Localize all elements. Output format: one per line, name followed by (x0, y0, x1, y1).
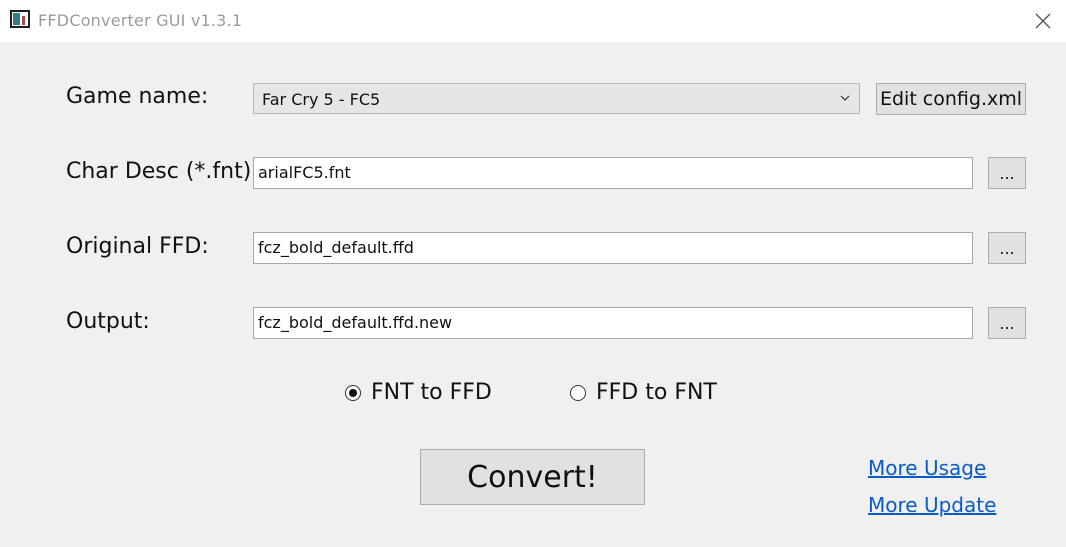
radio-checked-icon (345, 384, 361, 401)
char-desc-browse-button[interactable]: ... (988, 157, 1026, 189)
game-name-dropdown[interactable]: Far Cry 5 - FC5 (253, 83, 860, 114)
close-icon (1035, 13, 1051, 29)
radio-ffd-to-fnt[interactable]: FFD to FNT (570, 380, 717, 405)
char-desc-label: Char Desc (*.fnt): (66, 159, 259, 184)
original-ffd-label: Original FFD: (66, 234, 209, 259)
more-update-link[interactable]: More Update (868, 493, 996, 517)
game-name-selected-value: Far Cry 5 - FC5 (262, 90, 381, 109)
app-window: FFDConverter GUI v1.3.1 Game name: Far C… (0, 0, 1066, 547)
more-usage-link[interactable]: More Usage (868, 456, 986, 480)
game-name-label: Game name: (66, 84, 209, 109)
radio-ffd-to-fnt-label: FFD to FNT (596, 380, 717, 405)
convert-button[interactable]: Convert! (420, 449, 645, 505)
original-ffd-input[interactable]: fcz_bold_default.ffd (253, 232, 973, 264)
output-label: Output: (66, 309, 150, 334)
output-input[interactable]: fcz_bold_default.ffd.new (253, 307, 973, 339)
radio-fnt-to-ffd-label: FNT to FFD (371, 380, 492, 405)
chevron-down-icon (840, 95, 850, 101)
window-title: FFDConverter GUI v1.3.1 (38, 11, 243, 30)
close-button[interactable] (1020, 0, 1066, 42)
radio-unchecked-icon (570, 384, 586, 401)
radio-fnt-to-ffd[interactable]: FNT to FFD (345, 380, 492, 405)
char-desc-input[interactable]: arialFC5.fnt (253, 157, 973, 189)
title-bar: FFDConverter GUI v1.3.1 (0, 0, 1066, 42)
original-ffd-browse-button[interactable]: ... (988, 232, 1026, 264)
output-browse-button[interactable]: ... (988, 307, 1026, 339)
edit-config-button[interactable]: Edit config.xml (876, 83, 1026, 115)
app-icon (10, 10, 30, 28)
